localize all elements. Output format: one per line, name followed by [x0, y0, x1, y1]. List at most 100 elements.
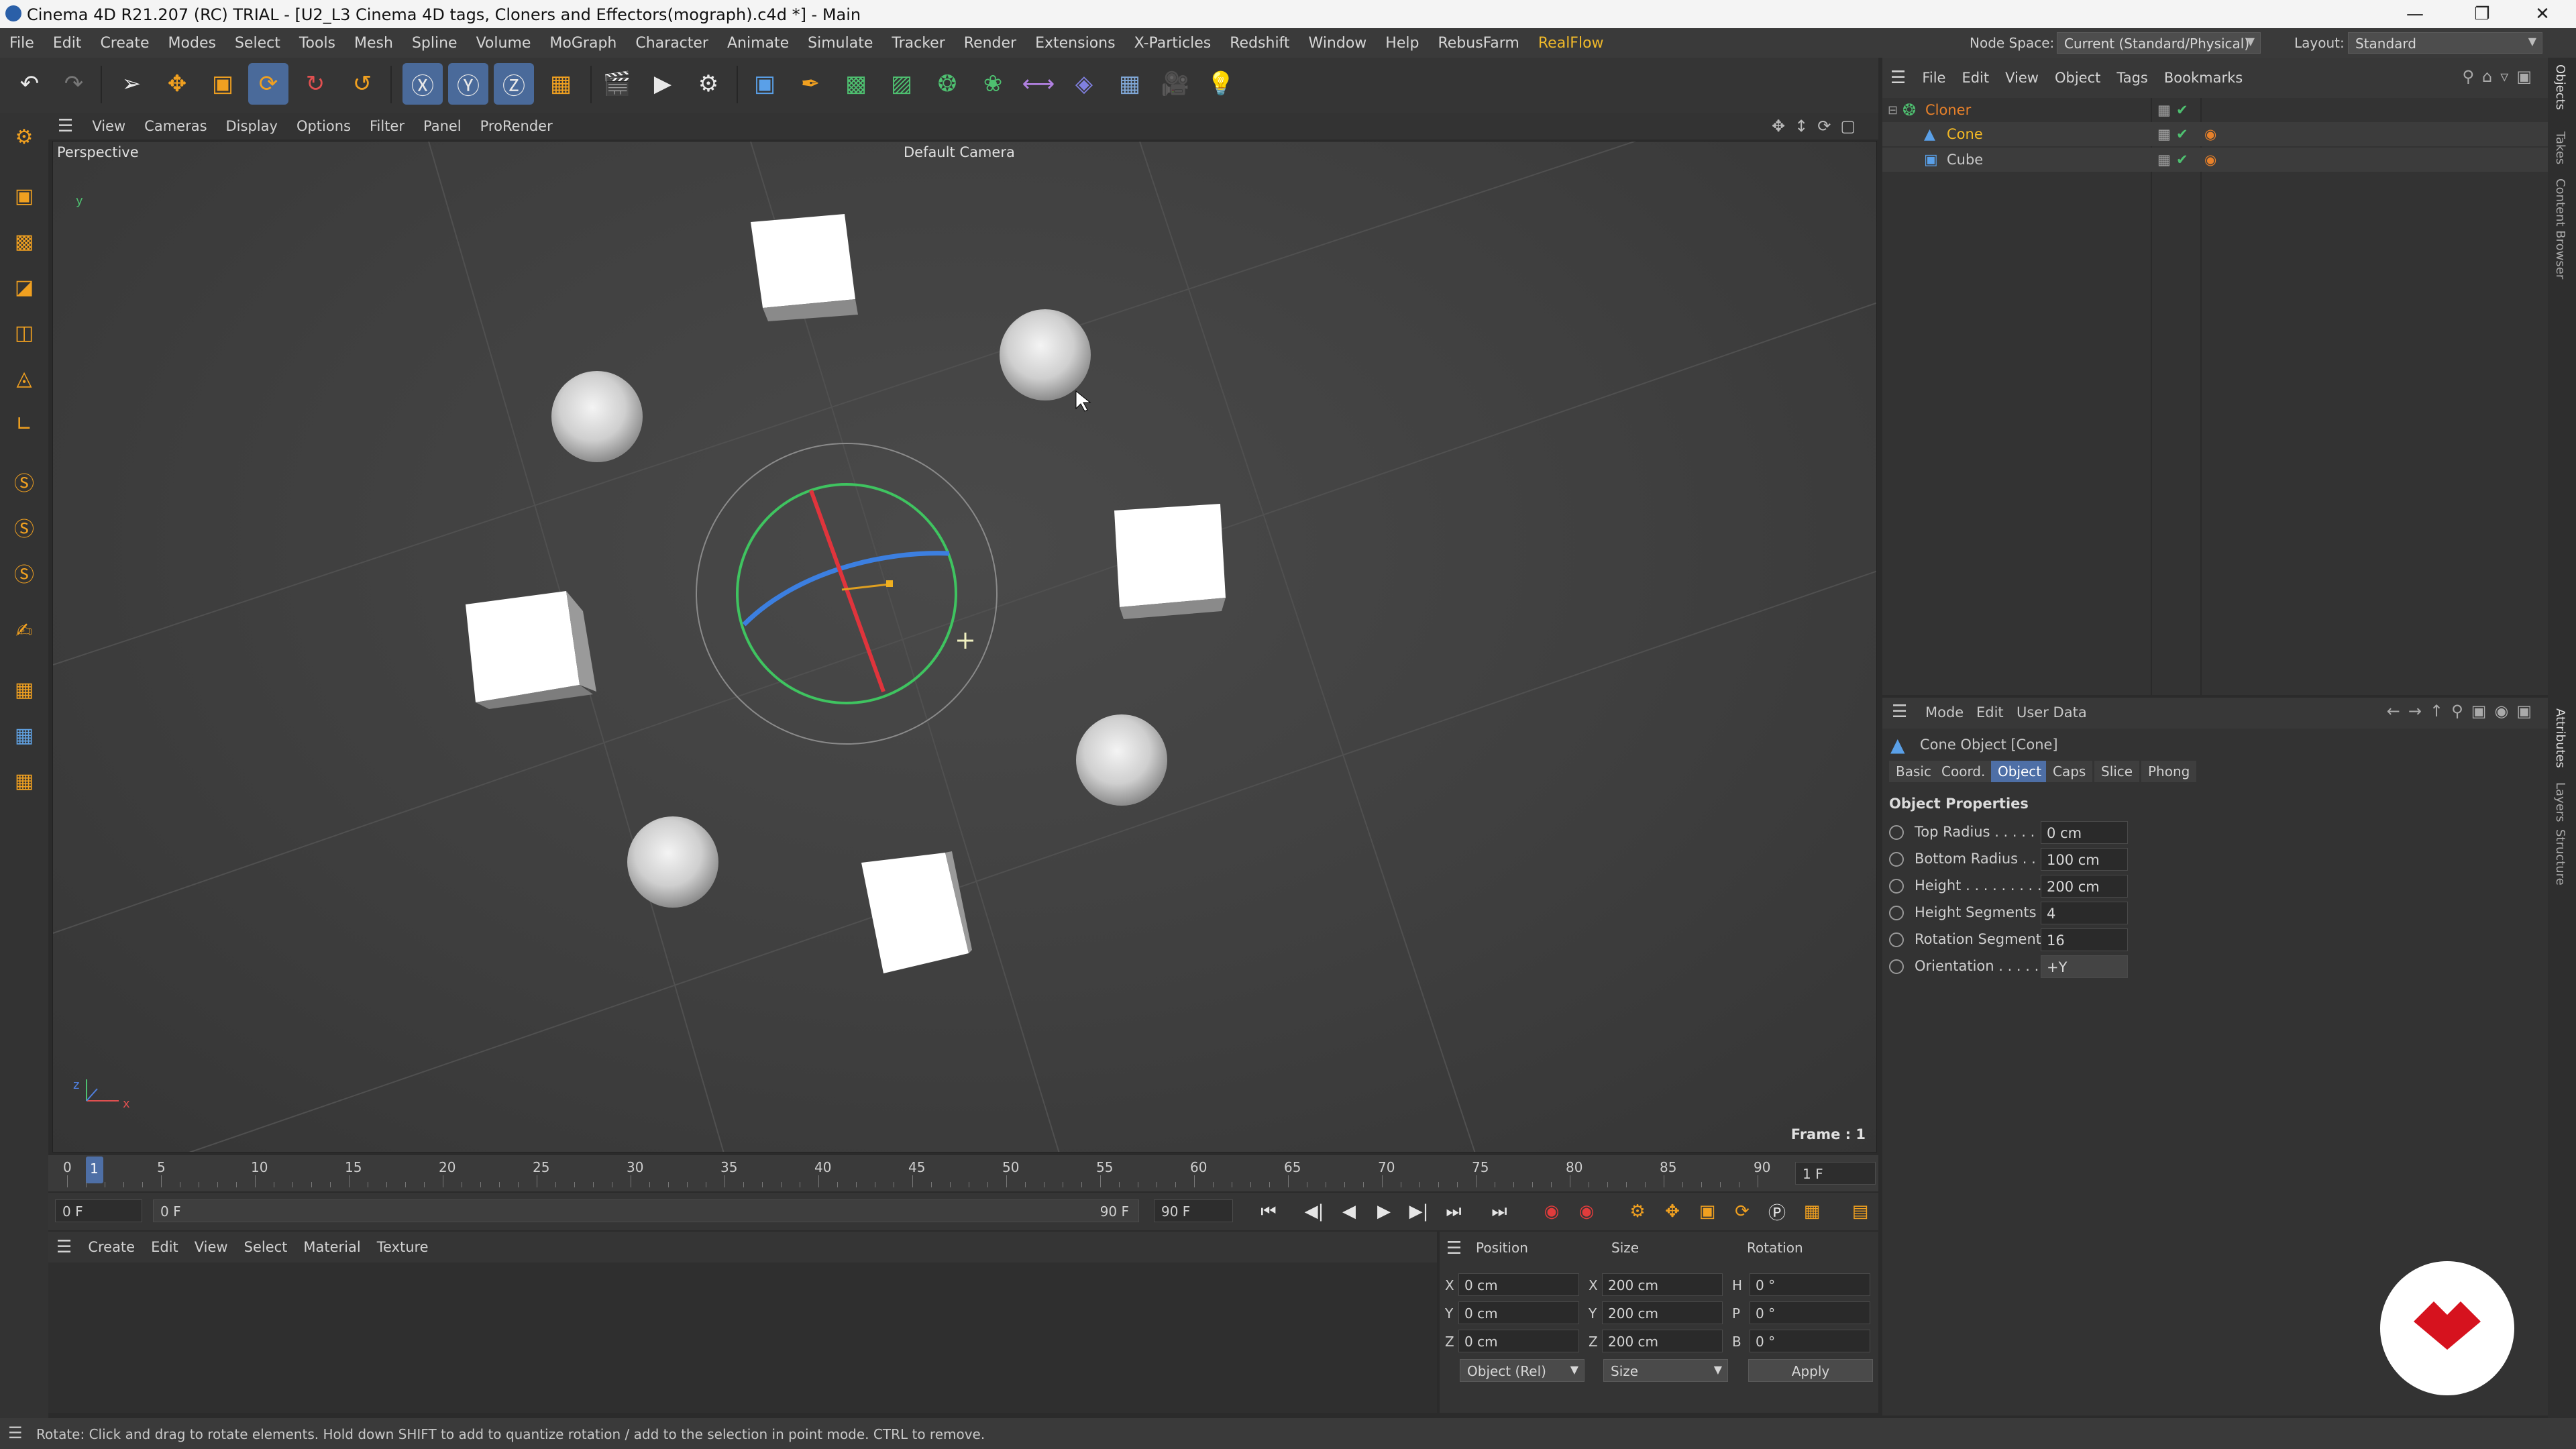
- rotation-b-field[interactable]: 0 °: [1750, 1330, 1870, 1352]
- tab-caps[interactable]: Caps: [2046, 761, 2093, 782]
- hamburger-menu-icon[interactable]: ☰: [1892, 702, 1907, 722]
- render-settings-icon[interactable]: ⚙: [688, 63, 729, 105]
- tab-takes[interactable]: Takes: [2553, 131, 2567, 164]
- menu-select[interactable]: Select: [225, 35, 290, 52]
- y-axis-lock-icon[interactable]: Ⓨ: [448, 63, 488, 105]
- tab-coord[interactable]: Coord.: [1935, 761, 1992, 782]
- minimize-icon[interactable]: —: [2388, 0, 2442, 28]
- height-segments-field[interactable]: 4: [2041, 902, 2128, 924]
- tab-layers[interactable]: Layers: [2553, 782, 2567, 822]
- viewport-menu-view[interactable]: View: [83, 118, 135, 134]
- orientation-select[interactable]: +Y: [2041, 955, 2128, 978]
- menu-modes[interactable]: Modes: [159, 35, 225, 52]
- tab-attributes[interactable]: Attributes: [2553, 708, 2567, 768]
- key-selection-icon[interactable]: ⚙: [1622, 1198, 1653, 1225]
- material-menu-create[interactable]: Create: [80, 1239, 143, 1255]
- animate-radio-icon[interactable]: [1889, 932, 1904, 947]
- hamburger-menu-icon[interactable]: ☰: [8, 1424, 23, 1442]
- key-rotation-icon[interactable]: ⟳: [1727, 1198, 1758, 1225]
- viewport-navigation-icons[interactable]: ✥↕⟳▢: [1772, 117, 1865, 136]
- menu-spline[interactable]: Spline: [402, 35, 467, 52]
- live-selection-icon[interactable]: ➢: [111, 63, 152, 105]
- top-radius-field[interactable]: 0 cm: [2041, 821, 2128, 844]
- edges-mode-icon[interactable]: ◫: [5, 314, 43, 352]
- move-tool-icon[interactable]: ✥: [157, 63, 197, 105]
- viewport-menu-prorender[interactable]: ProRender: [471, 118, 562, 134]
- menu-realflow[interactable]: RealFlow: [1529, 35, 1613, 52]
- render-to-picture-viewer-icon[interactable]: ▶: [643, 63, 683, 105]
- menu-tools[interactable]: Tools: [290, 35, 345, 52]
- node-space-select[interactable]: Current (Standard/Physical) ▼: [2057, 32, 2261, 54]
- menu-simulate[interactable]: Simulate: [798, 35, 882, 52]
- material-menu-select[interactable]: Select: [236, 1239, 296, 1255]
- menu-character[interactable]: Character: [626, 35, 718, 52]
- tab-content-browser[interactable]: Content Browser: [2553, 178, 2567, 279]
- attribute-menu-user-data[interactable]: User Data: [2017, 704, 2087, 720]
- menu-rebusfarm[interactable]: RebusFarm: [1428, 35, 1528, 52]
- hamburger-menu-icon[interactable]: ☰: [1882, 68, 1914, 88]
- viewport-menu-display[interactable]: Display: [217, 118, 287, 134]
- size-x-field[interactable]: 200 cm: [1602, 1273, 1723, 1296]
- light-icon[interactable]: 💡: [1201, 63, 1241, 105]
- cone-clone[interactable]: [627, 816, 718, 908]
- rotate-gizmo[interactable]: [696, 443, 998, 745]
- visibility-icon[interactable]: ▦: [2157, 152, 2171, 168]
- menu-animate[interactable]: Animate: [718, 35, 798, 52]
- play-icon[interactable]: ▶: [1368, 1198, 1399, 1225]
- phong-tag-icon[interactable]: ◉: [2204, 126, 2216, 142]
- object-menu-bookmarks[interactable]: Bookmarks: [2156, 70, 2251, 86]
- menu-render[interactable]: Render: [955, 35, 1026, 52]
- attribute-menu-mode[interactable]: Mode: [1925, 704, 1964, 720]
- menu-file[interactable]: File: [0, 35, 44, 52]
- snap-settings-icon[interactable]: Ⓢ: [5, 508, 43, 546]
- hamburger-menu-icon[interactable]: ☰: [48, 116, 83, 136]
- tab-structure[interactable]: Structure: [2553, 829, 2567, 885]
- rotate-tool-icon[interactable]: ⟳: [248, 63, 288, 105]
- timeline-playhead[interactable]: 1: [86, 1157, 103, 1183]
- object-menu-tags[interactable]: Tags: [2108, 70, 2156, 86]
- coordinate-system-icon[interactable]: ▦: [541, 63, 581, 105]
- z-axis-lock-icon[interactable]: Ⓩ: [494, 63, 534, 105]
- timeline-ruler[interactable]: 0 5 10 15 20 25 30 35 40 45 50 55 60 65 70 75 80 85 90 1 1…: [48, 1155, 1878, 1191]
- coordinate-mode-select[interactable]: Object (Rel) ▼: [1460, 1359, 1585, 1382]
- object-row-cone[interactable]: ▲ Cone ▦ ✔ ◉: [1882, 122, 2548, 146]
- position-z-field[interactable]: 0 cm: [1458, 1330, 1579, 1352]
- size-y-field[interactable]: 200 cm: [1602, 1301, 1723, 1324]
- size-z-field[interactable]: 200 cm: [1602, 1330, 1723, 1352]
- collapse-icon[interactable]: ⊟: [1888, 103, 1898, 117]
- array-icon[interactable]: ❀: [973, 63, 1013, 105]
- rotation-p-field[interactable]: 0 °: [1750, 1301, 1870, 1324]
- workplane-icon[interactable]: ▦: [5, 671, 43, 708]
- menu-mesh[interactable]: Mesh: [345, 35, 402, 52]
- texture-mode-icon[interactable]: ▩: [5, 223, 43, 260]
- visibility-icon[interactable]: ▦: [2157, 126, 2171, 142]
- extrude-generator-icon[interactable]: ▨: [881, 63, 922, 105]
- bottom-radius-field[interactable]: 100 cm: [2041, 848, 2128, 871]
- menu-redshift[interactable]: Redshift: [1220, 35, 1299, 52]
- workplane-snap-icon[interactable]: Ⓢ: [5, 554, 43, 592]
- visibility-icon[interactable]: ▦: [2157, 102, 2171, 118]
- animate-radio-icon[interactable]: [1889, 852, 1904, 867]
- position-x-field[interactable]: 0 cm: [1458, 1273, 1579, 1296]
- preview-range-slider[interactable]: 0 F 90 F: [153, 1199, 1139, 1222]
- cone-clone[interactable]: [1076, 714, 1167, 806]
- tweak-mode-icon[interactable]: ✍: [5, 612, 43, 649]
- floor-environment-icon[interactable]: ▦: [1110, 63, 1150, 105]
- field-icon[interactable]: ◈: [1064, 63, 1104, 105]
- viewport-menu-options[interactable]: Options: [287, 118, 360, 134]
- material-menu-view[interactable]: View: [186, 1239, 236, 1255]
- cloner-icon[interactable]: ❂: [927, 63, 967, 105]
- menu-x-particles[interactable]: X-Particles: [1125, 35, 1221, 52]
- start-frame-field[interactable]: 0 F: [55, 1199, 142, 1222]
- menu-create[interactable]: Create: [91, 35, 158, 52]
- model-mode-icon[interactable]: ▣: [5, 177, 43, 215]
- undo-icon[interactable]: ↶: [9, 63, 50, 105]
- position-y-field[interactable]: 0 cm: [1458, 1301, 1579, 1324]
- animate-radio-icon[interactable]: [1889, 825, 1904, 840]
- redo-icon[interactable]: ↷: [54, 63, 94, 105]
- x-axis-lock-icon[interactable]: Ⓧ: [402, 63, 443, 105]
- viewport-menu-filter[interactable]: Filter: [360, 118, 414, 134]
- animate-radio-icon[interactable]: [1889, 906, 1904, 920]
- cone-clone[interactable]: [551, 371, 643, 462]
- menu-mograph[interactable]: MoGraph: [540, 35, 626, 52]
